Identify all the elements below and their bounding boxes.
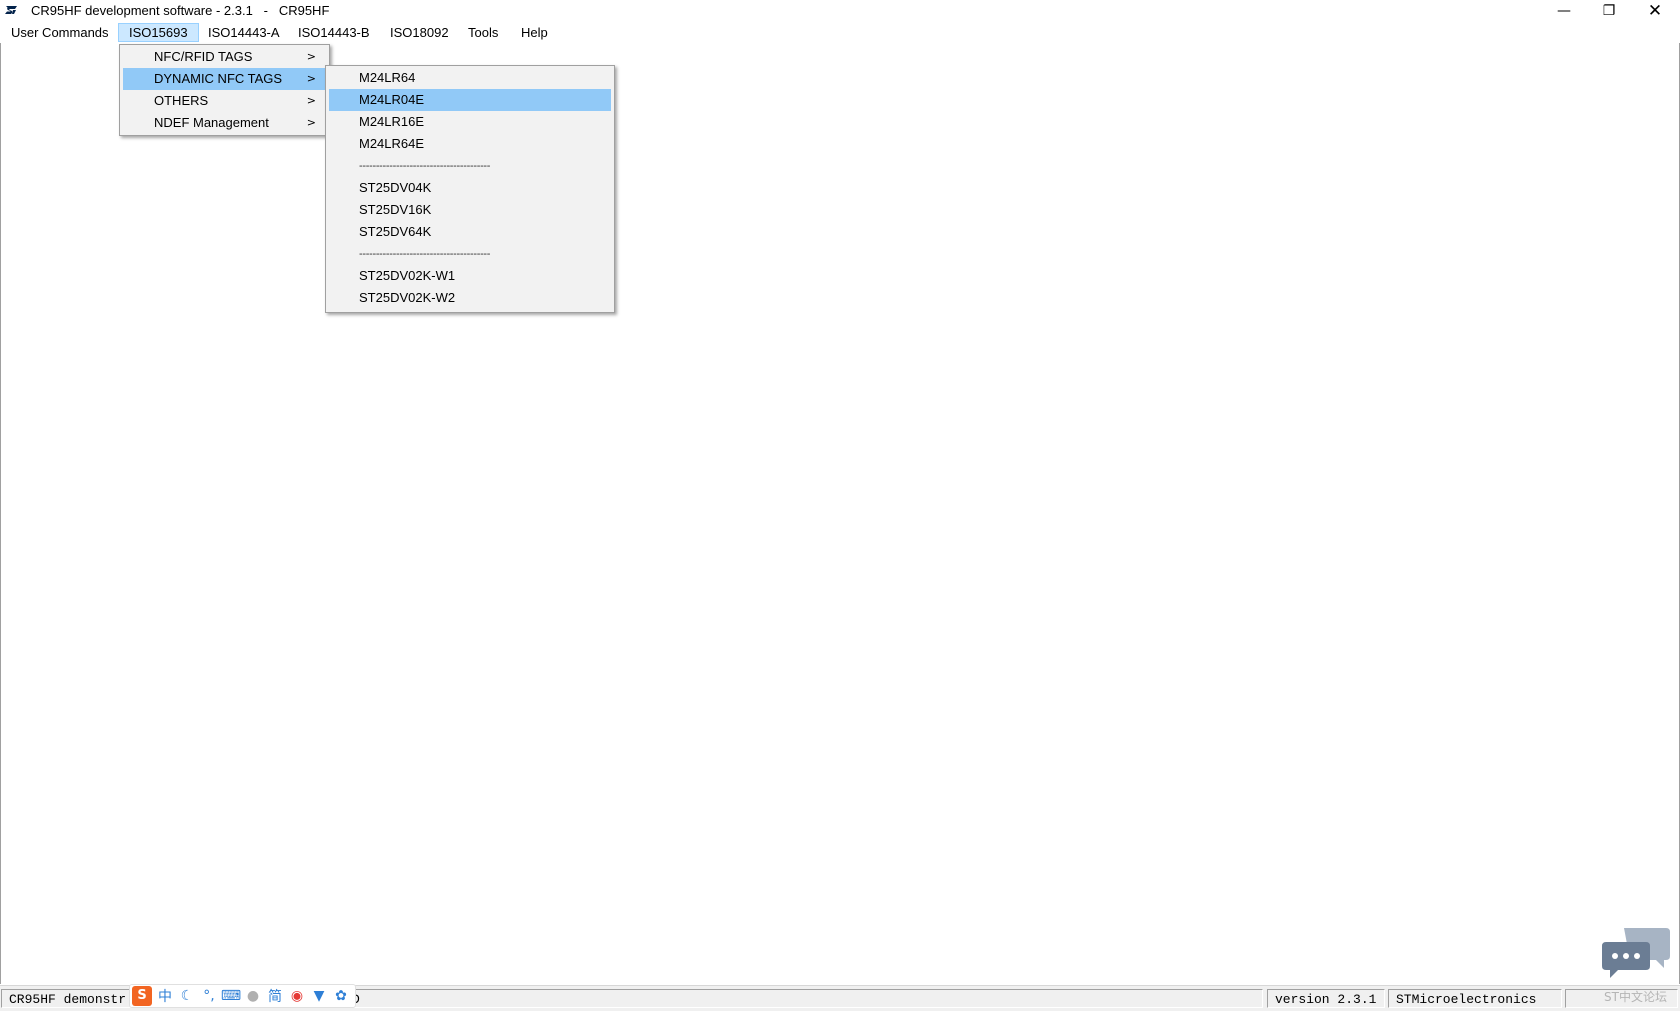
keyboard-icon[interactable]: ⌨ — [220, 988, 242, 1004]
menu-iso18092[interactable]: ISO18092 — [380, 23, 459, 42]
st-logo-icon — [5, 6, 17, 14]
menu-item-label: ST25DV64K — [359, 224, 432, 239]
settings-icon[interactable]: ✿ — [330, 988, 352, 1004]
user-icon[interactable]: ● — [242, 988, 264, 1004]
submenu-item-m24lr04e[interactable]: M24LR04E — [329, 89, 611, 111]
main-client-area — [0, 43, 1680, 984]
menu-item-label: NDEF Management — [154, 115, 269, 130]
chat-bubble-icon — [1602, 928, 1670, 978]
chevron-right-icon: > — [306, 50, 316, 63]
skin-icon[interactable]: ▼ — [308, 988, 330, 1004]
ime-toolbar: S 中 ☾ °, ⌨ ● 简 ◉ ▼ ✿ — [129, 984, 356, 1008]
menu-item-label: NFC/RFID TAGS — [154, 49, 253, 64]
menu-item-label: ST25DV16K — [359, 202, 432, 217]
sogou-logo-icon[interactable]: S — [132, 986, 152, 1006]
chevron-right-icon: > — [306, 116, 316, 129]
menu-user-commands[interactable]: User Commands — [1, 23, 119, 42]
restore-button[interactable]: ❐ — [1586, 0, 1632, 22]
menu-item-label: M24LR64E — [359, 136, 425, 151]
status-version-pane: version 2.3.1 — [1267, 989, 1385, 1008]
status-company-pane: STMicroelectronics — [1388, 989, 1562, 1008]
menu-bar: User Commands ISO15693 ISO14443-A ISO144… — [0, 22, 1680, 44]
iso15693-dropdown-menu: NFC/RFID TAGS > DYNAMIC NFC TAGS > OTHER… — [119, 44, 330, 136]
window-title: CR95HF development software - 2.3.1 - CR… — [31, 3, 330, 18]
menu-separator: --------------------------------------- — [359, 248, 491, 260]
menu-item-label: ST25DV02K-W1 — [359, 268, 456, 283]
submenu-item-m24lr16e[interactable]: M24LR16E — [329, 111, 611, 133]
menu-tools[interactable]: Tools — [458, 23, 508, 42]
menu-iso15693[interactable]: ISO15693 — [118, 23, 199, 42]
submenu-item-m24lr64[interactable]: M24LR64 — [329, 67, 611, 89]
submenu-item-m24lr64e[interactable]: M24LR64E — [329, 133, 611, 155]
menu-item-others[interactable]: OTHERS > — [123, 90, 326, 112]
voice-icon[interactable]: ◉ — [286, 988, 308, 1004]
chinese-mode-icon[interactable]: 中 — [154, 986, 176, 1006]
close-button[interactable]: ✕ — [1632, 0, 1678, 22]
submenu-item-st25dv64k[interactable]: ST25DV64K — [329, 221, 611, 243]
menu-item-dynamic-nfc-tags[interactable]: DYNAMIC NFC TAGS > — [123, 68, 326, 90]
menu-iso14443-a[interactable]: ISO14443-A — [198, 23, 290, 42]
menu-item-nfc-rfid-tags[interactable]: NFC/RFID TAGS > — [123, 46, 326, 68]
menu-separator: --------------------------------------- — [359, 160, 491, 172]
menu-item-ndef-management[interactable]: NDEF Management > — [123, 112, 326, 134]
menu-iso14443-b[interactable]: ISO14443-B — [288, 23, 380, 42]
punctuation-icon[interactable]: °, — [198, 988, 220, 1004]
menu-item-label: OTHERS — [154, 93, 209, 108]
menu-item-label: ST25DV02K-W2 — [359, 290, 456, 305]
submenu-item-st25dv04k[interactable]: ST25DV04K — [329, 177, 611, 199]
status-main-text: CR95HF demonstr — [9, 992, 127, 1007]
minimize-button[interactable]: — — [1541, 0, 1587, 22]
chevron-right-icon: > — [306, 94, 316, 107]
simplified-icon[interactable]: 简 — [264, 986, 286, 1006]
submenu-item-st25dv02k-w1[interactable]: ST25DV02K-W1 — [329, 265, 611, 287]
menu-item-label: M24LR04E — [359, 92, 425, 107]
menu-item-label: ST25DV04K — [359, 180, 432, 195]
submenu-item-st25dv02k-w2[interactable]: ST25DV02K-W2 — [329, 287, 611, 309]
dynamic-nfc-tags-submenu: M24LR64 M24LR04E M24LR16E M24LR64E -----… — [325, 65, 615, 313]
submenu-item-st25dv16k[interactable]: ST25DV16K — [329, 199, 611, 221]
menu-item-label: M24LR16E — [359, 114, 425, 129]
forum-watermark: ST中文论坛 — [1604, 990, 1667, 1004]
chevron-right-icon: > — [306, 72, 316, 85]
title-bar: CR95HF development software - 2.3.1 - CR… — [0, 0, 1680, 22]
menu-help[interactable]: Help — [511, 23, 558, 42]
moon-icon[interactable]: ☾ — [176, 988, 198, 1004]
menu-item-label: M24LR64 — [359, 70, 416, 85]
menu-item-label: DYNAMIC NFC TAGS — [154, 71, 283, 86]
